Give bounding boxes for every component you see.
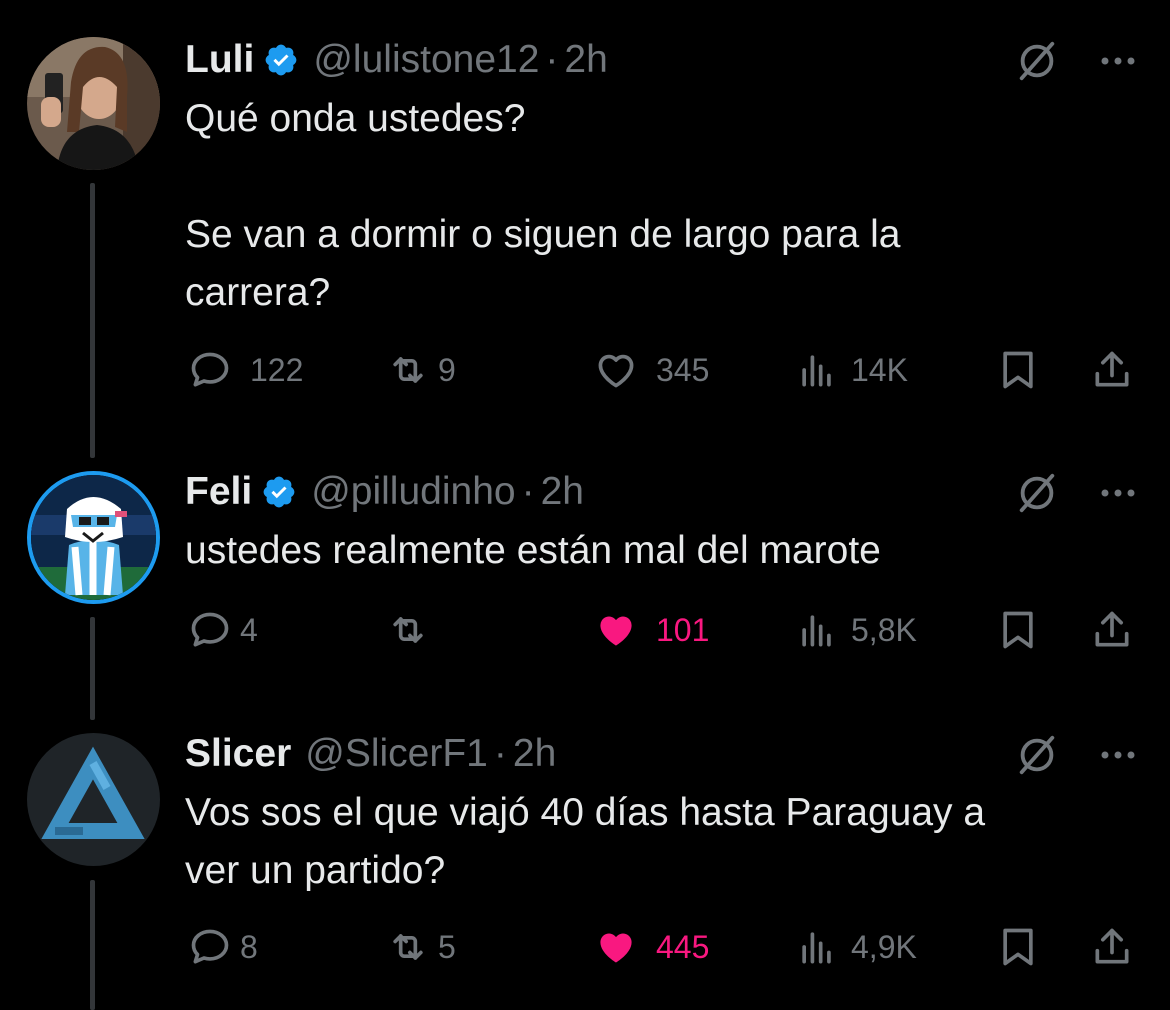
like-filled-icon [600,933,632,963]
reply-button[interactable]: 8 [188,922,258,972]
retweet-count: 9 [438,351,456,388]
view-count: 14K [851,351,908,388]
like-filled-icon [600,616,632,646]
bookmark-icon [1003,611,1033,649]
views-icon [802,615,831,647]
reply-icon [191,352,229,387]
share-icon [1095,928,1129,964]
like-button[interactable]: 345 [594,345,709,395]
tweet-text: Qué onda ustedes? Se van a dormir o sigu… [185,97,901,314]
bookmark-button[interactable] [996,345,1040,395]
avatar[interactable] [27,471,160,604]
timestamp[interactable]: 2h [513,732,556,776]
retweet-icon [393,357,423,383]
like-count: 445 [656,928,710,965]
tweet-actions: 8 5 445 4,9K [0,922,1170,972]
bookmark-button[interactable] [996,922,1040,972]
display-name[interactable]: Feli [185,470,252,514]
bookmark-button[interactable] [996,605,1040,655]
reply-count: 8 [240,928,258,965]
reply-icon [191,612,229,647]
reply-button[interactable]: 122 [188,345,303,395]
more-icon[interactable] [1096,733,1140,777]
bookmark-icon [1003,351,1033,389]
like-count: 101 [656,611,710,648]
more-icon[interactable] [1096,39,1140,83]
like-count: 345 [656,351,710,388]
like-button[interactable]: 445 [594,922,709,972]
share-button[interactable] [1090,345,1134,395]
timestamp[interactable]: 2h [564,38,607,82]
verified-badge-icon [265,44,297,76]
handle[interactable]: @pilludinho [311,470,515,514]
retweet-icon [393,934,423,960]
reply-count: 122 [250,351,304,388]
like-icon [598,354,634,388]
views-icon [802,932,831,964]
tweet-text: Vos sos el que viajó 40 días hasta Parag… [185,791,986,892]
tweet-text: ustedes realmente están mal del marote [185,529,881,572]
bookmark-icon [1003,928,1033,966]
like-button[interactable]: 101 [594,605,709,655]
display-name[interactable]: Slicer [185,732,291,776]
grok-icon[interactable] [1014,38,1060,84]
handle[interactable]: @SlicerF1 [305,732,488,776]
share-icon [1095,351,1129,387]
thread-line [90,183,95,458]
more-icon[interactable] [1096,471,1140,515]
views-icon [802,355,831,387]
separator: · [493,732,507,775]
display-name[interactable]: Luli [185,38,254,82]
reply-icon [191,929,229,964]
views-button[interactable]: 4,9K [795,922,917,972]
retweet-button[interactable]: 9 [386,345,456,395]
retweet-icon [393,617,423,643]
verified-badge-icon [263,476,295,508]
tweet-actions: 122 9 345 14K [0,345,1170,395]
grok-icon[interactable] [1014,470,1060,516]
views-button[interactable]: 14K [795,345,908,395]
avatar[interactable] [27,733,160,866]
view-count: 5,8K [851,611,917,648]
handle[interactable]: @lulistone12 [313,38,539,82]
timestamp[interactable]: 2h [541,470,584,514]
separator: · [545,38,559,81]
views-button[interactable]: 5,8K [795,605,917,655]
grok-icon[interactable] [1014,732,1060,778]
share-icon [1095,611,1129,647]
tweet-actions: 4 101 5,8K [0,605,1170,655]
retweet-button[interactable]: 5 [386,922,456,972]
share-button[interactable] [1090,922,1134,972]
view-count: 4,9K [851,928,917,965]
reply-button[interactable]: 4 [188,605,258,655]
retweet-button[interactable] [386,605,448,655]
avatar[interactable] [27,37,160,170]
separator: · [521,470,535,513]
reply-count: 4 [240,611,258,648]
retweet-count: 5 [438,928,456,965]
share-button[interactable] [1090,605,1134,655]
